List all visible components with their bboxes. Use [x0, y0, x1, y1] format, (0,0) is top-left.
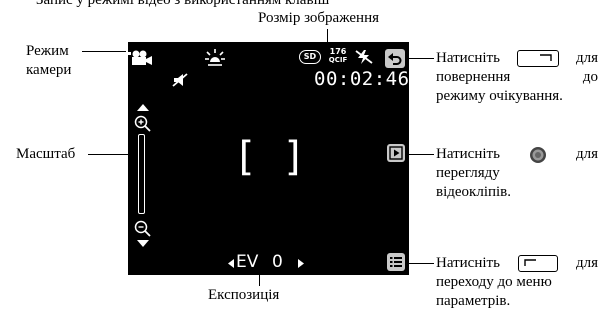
zoom-out-icon: [134, 220, 151, 237]
camera-mode-label-line2: камери: [26, 62, 72, 78]
camera-screen: SD 176 QCIF 00:02:46 [] EV 0: [128, 42, 409, 275]
options-note-line3: параметрів.: [436, 293, 511, 309]
no-flash-icon: [355, 50, 373, 64]
playback-note-word2: для: [575, 146, 598, 162]
exposure-label: Експозиція: [208, 287, 280, 303]
storage-sd-badge: SD: [299, 50, 321, 64]
white-balance-icon: [205, 49, 225, 66]
standby-note-line3: режиму очікування.: [436, 88, 563, 104]
options-note-line2: переходу до меню: [436, 274, 552, 290]
resolution-bottom: QCIF: [328, 56, 348, 64]
image-size-label: Розмір зображення: [258, 10, 379, 26]
standby-callout: [408, 58, 434, 59]
back-icon: [388, 53, 402, 65]
ev-label: EV: [236, 252, 259, 272]
playback-note-line2: перегляду: [436, 165, 500, 181]
options-callout: [408, 263, 434, 264]
resolution-indicator: 176 QCIF: [326, 47, 350, 65]
mute-icon: [172, 73, 188, 87]
focus-bracket-left: [: [233, 134, 258, 180]
standby-note-line2a: повернення: [436, 69, 511, 85]
menu-icon: [390, 257, 402, 267]
navigation-key-icon: [529, 146, 546, 163]
options-note-word1: Натисніть: [436, 255, 500, 271]
standby-note: Натисніть для повернення до режиму очіку…: [436, 49, 598, 106]
play-icon: [389, 146, 403, 160]
playback-note-word1: Натисніть: [436, 146, 500, 162]
focus-bracket-right: ]: [282, 134, 307, 180]
play-button[interactable]: [387, 144, 405, 162]
options-button[interactable]: [387, 253, 405, 271]
zoom-slider[interactable]: [138, 134, 145, 214]
resolution-top: 176: [329, 47, 347, 56]
arrow-up-icon: [137, 104, 149, 111]
right-softkey-icon: [516, 50, 559, 67]
camera-mode-label-line1: Режим: [26, 43, 69, 59]
playback-note-line3: відеокліпів.: [436, 184, 512, 200]
image-size-callout: [327, 29, 328, 43]
recording-timer: 00:02:46: [314, 68, 409, 90]
standby-note-word2: для: [575, 50, 598, 66]
standby-note-line2b: до: [582, 69, 598, 85]
options-note-word2: для: [575, 255, 598, 271]
left-softkey-icon: [517, 255, 558, 272]
playback-callout: [408, 154, 434, 155]
standby-note-word1: Натисніть: [436, 50, 500, 66]
video-camera-icon: [128, 50, 152, 65]
options-note: Натисніть для переходу до меню параметрі…: [436, 254, 598, 311]
playback-note: Натисніть для перегляду відеокліпів.: [436, 145, 598, 202]
ev-value: 0: [272, 252, 283, 272]
arrow-right-icon[interactable]: [297, 258, 305, 269]
arrow-down-icon: [137, 240, 149, 247]
back-button[interactable]: [385, 49, 405, 68]
camera-mode-callout: [82, 51, 126, 52]
arrow-left-icon[interactable]: [227, 258, 235, 269]
zoom-in-icon: [134, 115, 151, 132]
zoom-label: Масштаб: [16, 146, 76, 162]
storage-sd-text: SD: [303, 52, 317, 61]
